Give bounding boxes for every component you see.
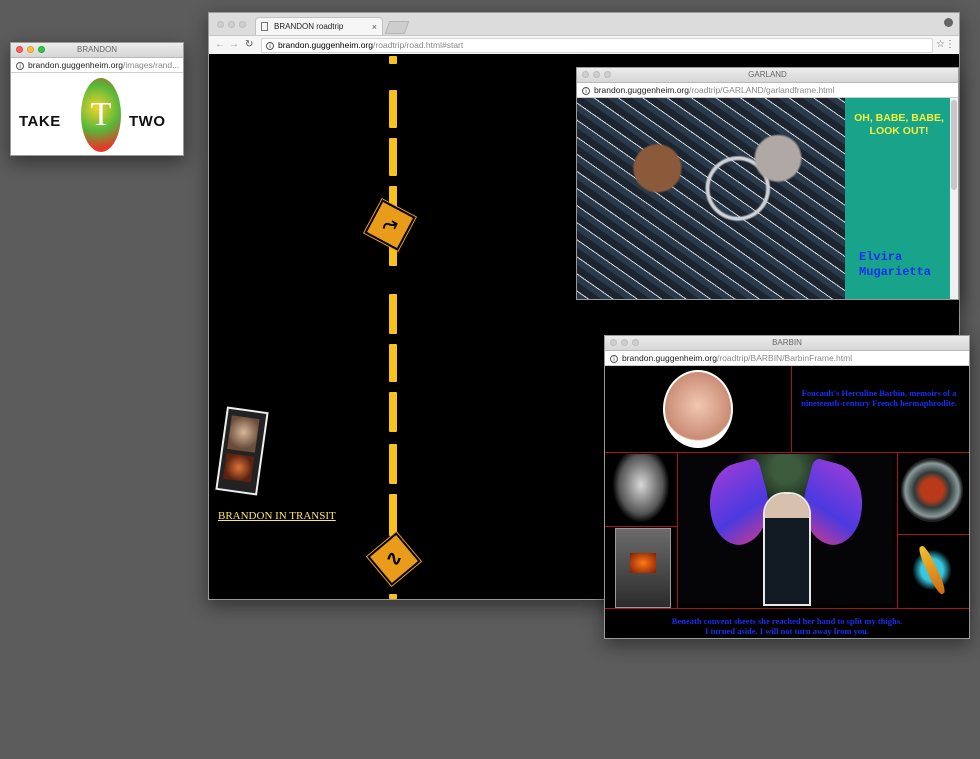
window-title: BARBIN [772, 338, 802, 347]
barbin-quote: Beneath convent sheets she reached her h… [605, 616, 969, 636]
minimize-button[interactable] [621, 339, 628, 346]
road-line [389, 444, 397, 484]
frame-divider [677, 452, 678, 608]
egg-icon: T [81, 78, 121, 152]
portrait-image [227, 415, 260, 453]
address-bar[interactable]: i brandon.guggenheim.org/images/rand... [11, 58, 183, 73]
url-host: brandon.guggenheim.org [594, 85, 689, 95]
browser-toolbar: ← → ↻ i brandon.guggenheim.org/roadtrip/r… [209, 36, 959, 55]
zoom-button[interactable] [632, 339, 639, 346]
reload-icon[interactable]: ↻ [245, 36, 253, 54]
frame-divider [605, 608, 969, 609]
frame-divider [605, 526, 677, 527]
close-button[interactable] [16, 46, 23, 53]
cosmos-image[interactable] [901, 538, 963, 602]
frame-divider [897, 534, 969, 535]
road-line [389, 56, 397, 64]
barbin-caption: Foucault's Herculine Barbin, memoirs of … [801, 388, 957, 408]
transit-frame-image[interactable] [215, 406, 269, 496]
road-line [389, 138, 397, 176]
road-sign-icon[interactable]: ∿ [367, 532, 421, 586]
woman-portrait-image[interactable] [613, 454, 669, 522]
sign-arrow-icon: ⤳ [379, 212, 401, 238]
window-title: BRANDON [76, 45, 117, 54]
brandon-in-transit-link[interactable]: BRANDON IN TRANSIT [218, 510, 336, 522]
new-tab-button[interactable] [384, 21, 410, 34]
porthole-image[interactable] [901, 458, 963, 522]
menu-icon[interactable]: ⋮ [945, 36, 955, 54]
figure [765, 494, 809, 604]
url-host: brandon.guggenheim.org [278, 40, 373, 50]
stove-fire [630, 553, 656, 573]
quote-line-1: Beneath convent sheets she reached her h… [671, 616, 903, 626]
frame-divider [605, 452, 969, 453]
minimize-button[interactable] [228, 21, 235, 28]
road-line [389, 294, 397, 334]
back-icon[interactable]: ← [215, 36, 225, 54]
road-line [389, 494, 397, 536]
info-icon[interactable]: i [582, 86, 590, 95]
tab-title: BRANDON roadtrip [274, 22, 344, 31]
minimize-button[interactable] [593, 71, 600, 78]
tab-strip: BRANDON roadtrip × [209, 13, 959, 36]
tab-close-icon[interactable]: × [372, 18, 377, 36]
close-button[interactable] [610, 339, 617, 346]
address-bar[interactable]: i brandon.guggenheim.org/roadtrip/road.ht… [261, 38, 933, 53]
barbin-content: Foucault's Herculine Barbin, memoirs of … [605, 366, 969, 638]
address-bar[interactable]: i brandon.guggenheim.org/roadtrip/BARBIN/… [605, 351, 969, 366]
scrollbar[interactable] [950, 98, 958, 299]
minimize-button[interactable] [27, 46, 34, 53]
barbin-titlebar[interactable]: BARBIN [605, 336, 969, 351]
exclaim-text: OH, BABE, BABE, LOOK OUT! [854, 112, 944, 137]
close-button[interactable] [217, 21, 224, 28]
garland-window[interactable]: GARLAND i brandon.guggenheim.org/roadtrip… [576, 67, 959, 300]
portrait-image [222, 452, 255, 483]
road-sign-icon[interactable]: ⤳ [364, 199, 416, 251]
zoom-button[interactable] [604, 71, 611, 78]
stove-image[interactable] [615, 528, 671, 608]
address-bar[interactable]: i brandon.guggenheim.org/roadtrip/GARLAND… [577, 83, 958, 98]
garland-content: OH, BABE, BABE, LOOK OUT! Elvira Mugarie… [577, 98, 958, 299]
url-host: brandon.guggenheim.org [622, 353, 717, 363]
frame-divider [897, 452, 898, 608]
scrollbar-thumb[interactable] [951, 100, 957, 190]
road-line [389, 392, 397, 432]
frame-divider [791, 366, 792, 452]
forward-icon[interactable]: → [229, 36, 239, 54]
profile-icon[interactable] [944, 18, 953, 27]
egg-glyph: T [90, 96, 112, 133]
take-two-titlebar[interactable]: BRANDON [11, 43, 183, 58]
url-host: brandon.guggenheim.org [28, 60, 123, 70]
road-line [389, 344, 397, 382]
barbin-window[interactable]: BARBIN i brandon.guggenheim.org/roadtrip/… [604, 335, 970, 639]
window-title: GARLAND [748, 70, 787, 79]
road-line [389, 594, 397, 599]
url-path: /roadtrip/road.html#start [373, 40, 464, 50]
garland-titlebar[interactable]: GARLAND [577, 68, 958, 83]
sign-curve-icon: ∿ [384, 547, 404, 571]
tab-roadtrip[interactable]: BRANDON roadtrip × [255, 17, 383, 35]
url-path: /images/rand... [123, 60, 180, 70]
zoom-button[interactable] [239, 21, 246, 28]
info-icon[interactable]: i [266, 41, 274, 50]
baby-face-image[interactable] [663, 370, 733, 448]
bookmark-star-icon[interactable]: ☆ [936, 36, 945, 54]
take-two-content: TAKE T TWO [11, 73, 183, 155]
take-two-window[interactable]: BRANDON i brandon.guggenheim.org/images/r… [10, 42, 184, 156]
road-line [389, 90, 397, 128]
comet [916, 544, 948, 596]
two-word: TWO [129, 113, 166, 130]
info-icon[interactable]: i [16, 61, 24, 70]
take-word: TAKE [19, 113, 61, 130]
info-icon[interactable]: i [610, 354, 618, 363]
zoom-button[interactable] [38, 46, 45, 53]
winged-figure-image[interactable] [679, 454, 893, 604]
name-text: Elvira Mugarietta [859, 250, 932, 279]
document-icon [261, 22, 268, 31]
quote-line-2: I turned aside. I will not turn away fro… [705, 626, 869, 636]
garland-collage-image [577, 98, 845, 299]
close-button[interactable] [582, 71, 589, 78]
url-path: /roadtrip/GARLAND/garlandframe.html [689, 85, 835, 95]
url-path: /roadtrip/BARBIN/BarbinFrame.html [717, 353, 853, 363]
